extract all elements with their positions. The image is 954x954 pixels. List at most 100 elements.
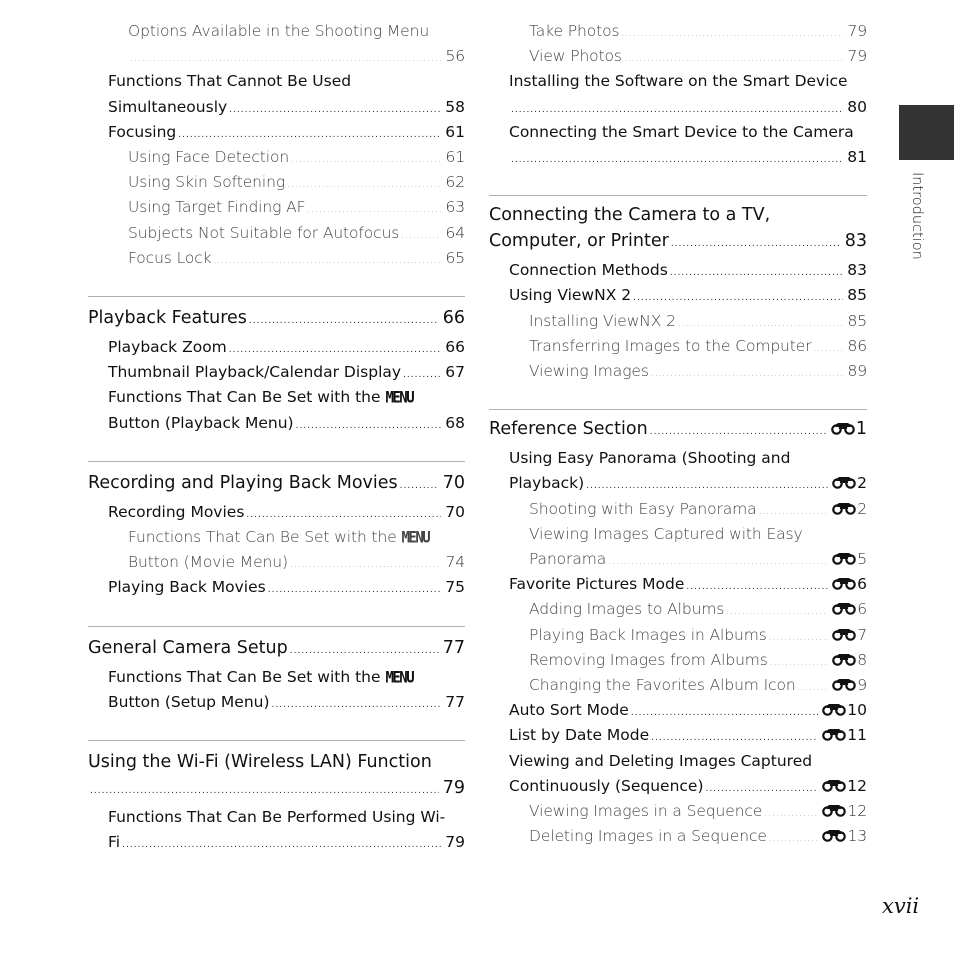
entry-title: Viewing Images — [529, 362, 649, 380]
leader-dots — [706, 784, 819, 794]
page-ref[interactable]: 6 — [832, 600, 867, 618]
page-ref[interactable]: 77 — [445, 693, 465, 711]
entry-title: Computer, or Printer — [489, 231, 669, 252]
page-ref[interactable]: 64 — [445, 224, 465, 242]
page-ref[interactable]: 10 — [822, 701, 867, 719]
leader-dots — [249, 316, 439, 326]
page-ref[interactable]: 67 — [445, 363, 465, 381]
page-ref[interactable]: 79 — [847, 22, 867, 40]
page-ref[interactable]: 79 — [443, 778, 465, 798]
page-number-ref: 83 — [847, 261, 867, 280]
reference-binoculars-icon — [822, 704, 847, 716]
page-ref[interactable]: 11 — [822, 726, 867, 744]
leader-dots — [401, 231, 441, 241]
page-ref[interactable]: 9 — [832, 676, 867, 694]
page-ref[interactable]: 66 — [445, 338, 465, 356]
entry-title: Recording Movies — [108, 502, 245, 521]
entry-title: Functions That Cannot Be Used — [108, 72, 352, 91]
page-ref[interactable]: 77 — [443, 638, 465, 658]
leader-dots — [214, 256, 442, 266]
leader-dots — [621, 29, 843, 39]
page-ref[interactable]: 83 — [845, 231, 867, 251]
page-ref[interactable]: 12 — [822, 802, 867, 820]
page-ref[interactable]: 5 — [832, 550, 867, 568]
entry-title: Playing Back Movies — [108, 578, 266, 597]
page-ref[interactable]: 13 — [822, 827, 867, 845]
page-ref[interactable]: 68 — [445, 414, 465, 432]
page-number-ref: 74 — [445, 553, 465, 572]
page-ref[interactable]: 85 — [847, 286, 867, 304]
page-ref[interactable]: 80 — [847, 98, 867, 116]
leader-dots — [307, 205, 441, 215]
leader-dots — [403, 370, 441, 380]
entry-title: Connecting the Camera to a TV, — [489, 205, 771, 226]
page-ref[interactable]: 85 — [847, 312, 867, 330]
page-ref[interactable]: 58 — [445, 98, 465, 116]
page-number-ref: 56 — [445, 47, 465, 66]
page-ref[interactable]: 63 — [445, 198, 465, 216]
page-ref[interactable]: 61 — [445, 123, 465, 141]
page-number-ref: 85 — [847, 286, 867, 305]
leader-dots — [813, 344, 843, 354]
entry-title: Simultaneously — [108, 97, 228, 116]
leader-dots — [651, 369, 844, 379]
entry-title: Focusing — [108, 122, 177, 141]
page-ref[interactable]: 2 — [832, 500, 867, 518]
entry-title: Using ViewNX 2 — [509, 286, 632, 305]
page-ref[interactable]: 6 — [832, 575, 867, 593]
page-ref[interactable]: 61 — [445, 148, 465, 166]
page-ref[interactable]: 2 — [832, 474, 867, 492]
leader-dots — [764, 809, 818, 819]
section-tab-marker — [899, 105, 954, 160]
page-number-ref: 77 — [442, 637, 465, 658]
page-number-ref: 79 — [847, 22, 867, 40]
page-number-ref: 70 — [442, 472, 465, 493]
page-ref[interactable]: 89 — [847, 362, 867, 380]
page-number-ref: 86 — [847, 336, 867, 355]
page-number-ref: 83 — [844, 231, 867, 252]
page-ref[interactable]: 66 — [443, 308, 465, 328]
page-number-ref: 81 — [847, 148, 867, 166]
page-number-ref: 9 — [857, 676, 867, 694]
page-number-ref: 70 — [445, 502, 465, 521]
leader-dots — [798, 683, 829, 693]
page-ref[interactable]: 70 — [445, 503, 465, 521]
reference-binoculars-icon — [832, 553, 857, 565]
page-ref[interactable]: 75 — [445, 578, 465, 596]
entry-title: Viewing and Deleting Images Captured — [509, 751, 813, 770]
page-ref[interactable]: 8 — [832, 651, 867, 669]
entry-title: Connecting the Smart Device to the Camer… — [509, 122, 854, 141]
leader-dots — [290, 560, 442, 570]
page-ref[interactable]: 56 — [445, 47, 465, 65]
leader-dots — [511, 105, 843, 115]
page-ref[interactable]: 62 — [445, 173, 465, 191]
section-divider — [489, 195, 867, 197]
leader-dots — [178, 130, 441, 140]
page-number-ref: 80 — [847, 97, 867, 116]
page-ref[interactable]: 86 — [847, 337, 867, 355]
leader-dots — [130, 54, 441, 64]
entry-title: Transferring Images to the Computer — [529, 336, 812, 355]
entry-title: Installing ViewNX 2 — [529, 311, 676, 330]
page-ref[interactable]: 81 — [847, 148, 867, 166]
page-ref[interactable]: 1 — [831, 419, 867, 439]
page-ref[interactable]: 7 — [832, 626, 867, 644]
page-ref[interactable]: 12 — [822, 777, 867, 795]
leader-dots — [229, 105, 441, 115]
reference-binoculars-icon — [832, 502, 857, 515]
page-ref[interactable]: 74 — [445, 553, 465, 571]
reference-binoculars-icon — [832, 603, 857, 616]
entry-title: Panorama — [529, 550, 607, 568]
leader-dots — [670, 268, 843, 278]
page-ref[interactable]: 79 — [847, 47, 867, 65]
page-ref[interactable]: 70 — [443, 473, 465, 493]
entry-text: Functions That Can Be Set with the — [108, 667, 386, 686]
leader-dots — [511, 155, 843, 165]
page-ref[interactable]: 65 — [445, 249, 465, 267]
page-number-ref: 10 — [847, 701, 867, 720]
reference-binoculars-icon — [822, 830, 847, 842]
reference-binoculars-icon — [831, 423, 855, 435]
page-ref[interactable]: 79 — [445, 833, 465, 851]
entry-title: Viewing Images in a Sequence — [529, 802, 763, 820]
page-ref[interactable]: 83 — [847, 261, 867, 279]
